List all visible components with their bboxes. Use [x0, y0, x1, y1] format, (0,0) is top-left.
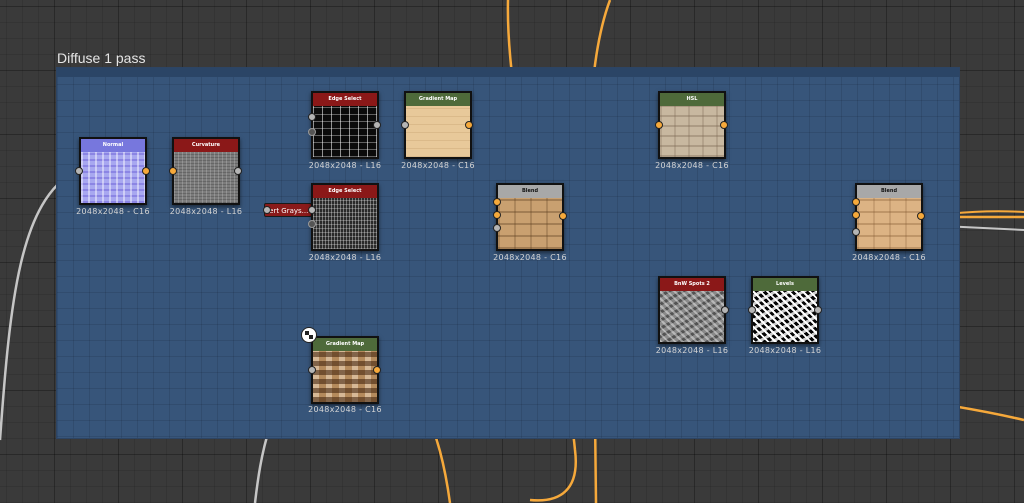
node-edge-select-2[interactable]: Edge Select: [311, 183, 379, 251]
node-title: Edge Select: [313, 185, 377, 198]
node-thumbnail: [406, 106, 470, 157]
output-port[interactable]: [721, 306, 729, 314]
input-port[interactable]: [748, 306, 756, 314]
node-resolution: 2048x2048 - C16: [76, 207, 150, 216]
node-gradient-map-2[interactable]: Gradient Map: [311, 336, 379, 404]
node-resolution: 2048x2048 - L16: [655, 346, 729, 355]
node-blend-2[interactable]: Blend: [855, 183, 923, 251]
input-port[interactable]: [852, 228, 860, 236]
input-port[interactable]: [308, 220, 316, 228]
input-port[interactable]: [401, 121, 409, 129]
node-title: BnW Spots 2: [660, 278, 724, 291]
node-normal[interactable]: Normal: [79, 137, 147, 205]
node-title: Gradient Map: [406, 93, 470, 106]
output-port[interactable]: [234, 167, 242, 175]
node-resolution: 2048x2048 - C16: [401, 161, 475, 170]
node-thumbnail: [174, 152, 238, 203]
node-resolution: 2048x2048 - C16: [308, 405, 382, 414]
input-port[interactable]: [263, 206, 271, 214]
node-thumbnail: [753, 291, 817, 342]
input-port[interactable]: [169, 167, 177, 175]
node-edge-select-1[interactable]: Edge Select: [311, 91, 379, 159]
node-title: Gradient Map: [313, 338, 377, 351]
input-port[interactable]: [308, 366, 316, 374]
node-thumbnail: [313, 198, 377, 249]
node-bnw-spots-2[interactable]: BnW Spots 2: [658, 276, 726, 344]
node-title: Normal: [81, 139, 145, 152]
output-port[interactable]: [720, 121, 728, 129]
input-port[interactable]: [493, 224, 501, 232]
output-port[interactable]: [814, 306, 822, 314]
node-thumbnail: [313, 351, 377, 402]
output-port[interactable]: [373, 366, 381, 374]
node-title: Blend: [857, 185, 921, 198]
node-resolution: 2048x2048 - L16: [308, 253, 382, 262]
selection-cursor-icon: [301, 327, 317, 343]
output-port[interactable]: [142, 167, 150, 175]
node-hsl[interactable]: HSL: [658, 91, 726, 159]
input-port[interactable]: [493, 198, 501, 206]
input-port[interactable]: [852, 198, 860, 206]
input-port[interactable]: [493, 211, 501, 219]
node-invert-grayscale[interactable]: vert Grays...: [264, 203, 312, 217]
node-blend-1[interactable]: Blend: [496, 183, 564, 251]
node-resolution: 2048x2048 - C16: [655, 161, 729, 170]
node-resolution: 2048x2048 - L16: [308, 161, 382, 170]
node-resolution: 2048x2048 - L16: [748, 346, 822, 355]
input-port[interactable]: [308, 113, 316, 121]
node-curvature[interactable]: Curvature: [172, 137, 240, 205]
node-title: Edge Select: [313, 93, 377, 106]
node-title: HSL: [660, 93, 724, 106]
input-port[interactable]: [308, 206, 316, 214]
node-thumbnail: [81, 152, 145, 203]
node-thumbnail: [313, 106, 377, 157]
output-port[interactable]: [465, 121, 473, 129]
node-resolution: 2048x2048 - L16: [169, 207, 243, 216]
node-gradient-map-1[interactable]: Gradient Map: [404, 91, 472, 159]
node-thumbnail: [660, 106, 724, 157]
input-port[interactable]: [655, 121, 663, 129]
node-thumbnail: [857, 198, 921, 249]
output-port[interactable]: [917, 212, 925, 220]
node-levels[interactable]: Levels: [751, 276, 819, 344]
node-resolution: 2048x2048 - C16: [493, 253, 567, 262]
output-port[interactable]: [373, 121, 381, 129]
input-port[interactable]: [308, 128, 316, 136]
node-title: Curvature: [174, 139, 238, 152]
frame-title: Diffuse 1 pass: [57, 50, 146, 66]
node-thumbnail: [498, 198, 562, 249]
input-port[interactable]: [852, 211, 860, 219]
node-title: Blend: [498, 185, 562, 198]
node-thumbnail: [660, 291, 724, 342]
output-port[interactable]: [559, 212, 567, 220]
frame-header-bar: [57, 68, 959, 77]
node-title: Levels: [753, 278, 817, 291]
node-resolution: 2048x2048 - C16: [852, 253, 926, 262]
input-port[interactable]: [75, 167, 83, 175]
